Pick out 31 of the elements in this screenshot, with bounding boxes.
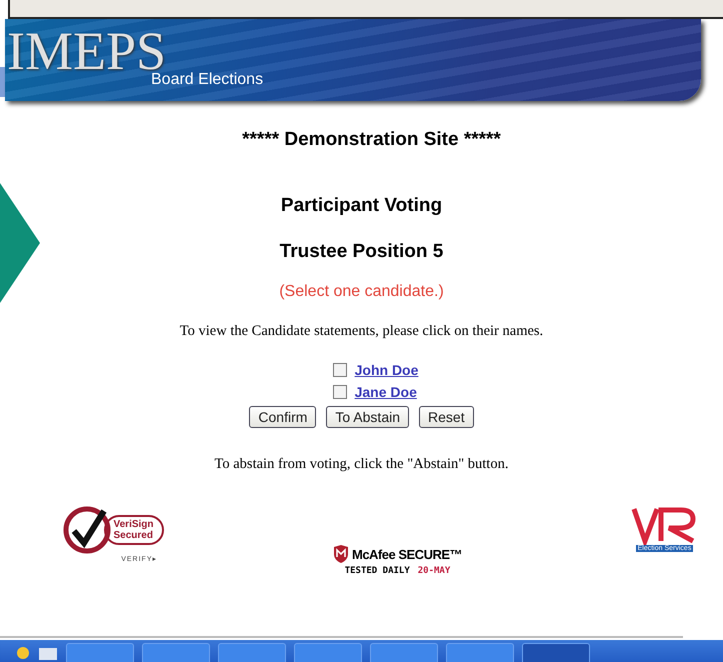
form-button[interactable]: Reset [419,406,474,428]
page-title: Participant Voting [280,195,442,217]
abstain-note: To abstain from voting, click the "Abstain" button. [214,456,508,473]
taskbar-button[interactable] [446,643,514,662]
taskbar-button[interactable] [218,643,286,662]
checkbox[interactable] [332,363,347,377]
form-button[interactable]: Confirm [249,406,316,428]
desktop-icon[interactable] [38,646,58,660]
taskbar-button[interactable] [66,643,134,662]
checkbox[interactable] [332,385,347,399]
vr-logo-icon [631,505,698,545]
position-title: Trustee Position 5 [280,241,444,263]
taskbar-button[interactable] [370,643,438,662]
candidate-link[interactable]: Jane Doe [354,384,417,400]
badge-text: Secured [114,530,154,541]
shield-icon [332,545,349,563]
taskbar-button[interactable] [142,643,210,662]
tested-date: 20-MAY [418,566,450,576]
bulb-icon[interactable] [16,646,30,660]
badge-text: VeriSign [114,519,154,530]
site-heading: ***** Demonstration Site ***** [242,129,501,151]
pointer-arrow-icon [0,183,40,303]
instruction-text: (Select one candidate.) [279,283,444,301]
mcafee-brand: McAfee SECURE™ [352,546,462,562]
tested-text: TESTED DAILY [344,566,410,576]
form-button[interactable]: To Abstain [326,406,410,428]
taskbar-button[interactable] [522,643,590,662]
candidate-link[interactable]: John Doe [354,362,418,378]
taskbar-button[interactable] [294,643,362,662]
banner-subtitle: Board Elections [151,71,264,89]
statement-note: To view the Candidate statements, please click on their names. [180,323,544,340]
